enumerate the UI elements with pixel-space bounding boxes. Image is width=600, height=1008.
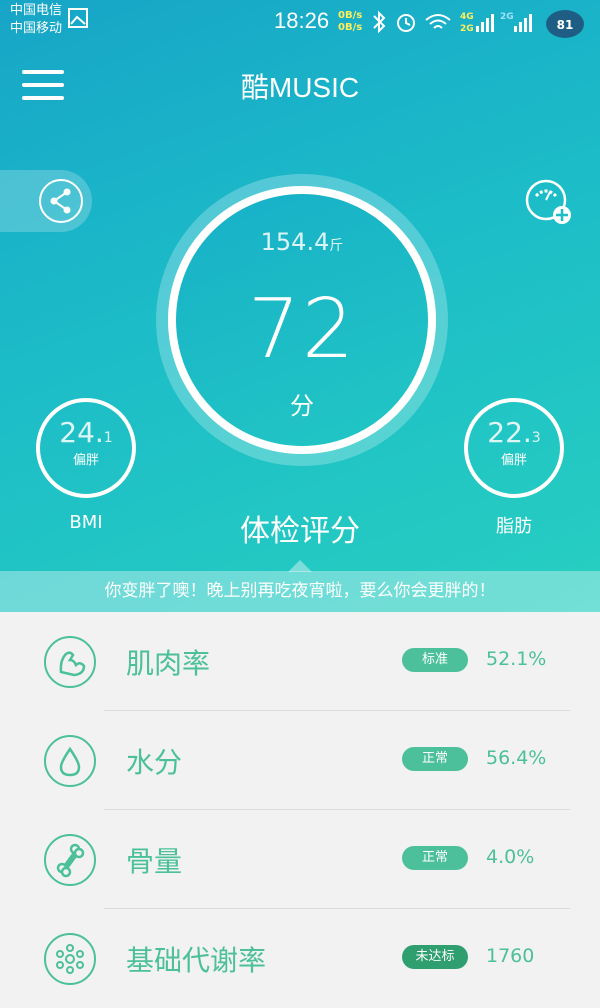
share-icon	[39, 179, 83, 223]
metric-value: 52.1%	[486, 648, 547, 670]
page-title: 酷MUSIC	[240, 72, 360, 103]
network-rate: 0B/s 0B/s	[338, 10, 363, 33]
status-badge: 未达标	[402, 945, 468, 969]
scale-add-icon	[525, 179, 571, 224]
fat-ring[interactable]: 22.3 偏胖	[464, 398, 564, 498]
bluetooth-icon	[373, 10, 386, 34]
metrics-list: 肌肉率 标准 52.1% 水分 正常 56.4% 骨量 正常 4.0% 基础代谢…	[0, 612, 600, 988]
health-score: 72	[247, 282, 357, 377]
add-scale-button[interactable]	[524, 178, 574, 228]
status-badge: 正常	[402, 747, 468, 771]
metabolism-icon	[44, 933, 96, 985]
status-badge: 正常	[402, 846, 468, 870]
wifi-icon	[425, 14, 451, 29]
metric-value: 1760	[486, 945, 535, 967]
list-item[interactable]: 水分 正常 56.4%	[0, 711, 600, 810]
clock: 18:26	[274, 8, 330, 33]
water-drop-icon	[44, 735, 96, 787]
status-bar: 中国电信 中国移动 18:26 0B/s 0B/s 4G 2G 2G 81	[0, 0, 600, 44]
bone-icon	[44, 834, 96, 886]
share-button[interactable]	[0, 170, 92, 232]
metric-value: 56.4%	[486, 747, 547, 769]
status-icons: 4G 2G 2G	[373, 10, 532, 34]
muscle-icon	[44, 636, 96, 688]
status-badge: 标准	[402, 648, 468, 672]
weight-readout: 154.4斤	[260, 228, 344, 256]
svg-text:2G: 2G	[460, 24, 474, 34]
header-area: 中国电信 中国移动 18:26 0B/s 0B/s 4G 2G 2G 81 酷M…	[0, 0, 600, 612]
list-item[interactable]: 肌肉率 标准 52.1%	[0, 612, 600, 711]
metric-value: 4.0%	[486, 846, 535, 868]
image-icon	[68, 8, 88, 28]
list-item[interactable]: 骨量 正常 4.0%	[0, 810, 600, 909]
svg-text:4G: 4G	[460, 12, 474, 22]
svg-text:2G: 2G	[500, 12, 514, 22]
battery-indicator: 81	[546, 10, 584, 38]
section-title: 体检评分	[240, 514, 360, 549]
score-unit: 分	[290, 392, 314, 420]
carrier-info: 中国电信 中国移动	[10, 3, 63, 36]
list-item[interactable]: 基础代谢率 未达标 1760	[0, 909, 600, 1008]
bmi-ring[interactable]: 24.1 偏胖	[36, 398, 136, 498]
tip-banner: 你变胖了噢！晚上别再吃夜宵啦，要么你会更胖的！	[0, 571, 600, 612]
